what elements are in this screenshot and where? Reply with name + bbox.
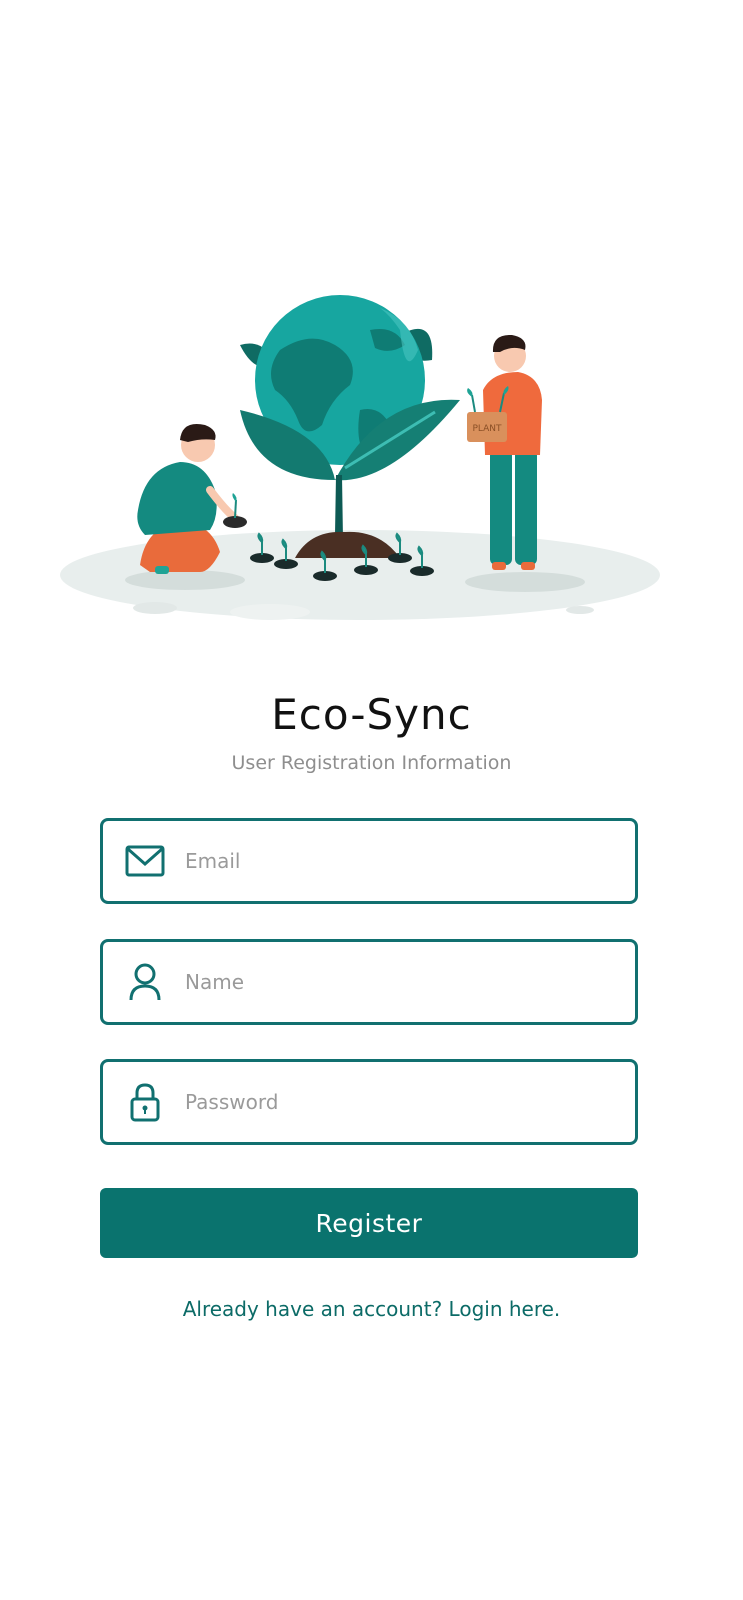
register-button[interactable]: Register	[100, 1188, 638, 1258]
app-title: Eco-Sync	[271, 690, 472, 739]
lock-icon	[123, 1080, 167, 1124]
person-icon	[123, 960, 167, 1004]
password-input[interactable]	[185, 1072, 635, 1132]
password-field[interactable]	[100, 1059, 638, 1145]
email-input[interactable]	[185, 831, 635, 891]
page-subtitle: User Registration Information	[231, 752, 512, 774]
login-link[interactable]: Already have an account? Login here.	[0, 1297, 743, 1321]
envelope-icon	[123, 839, 167, 883]
hero-illustration: PLANT	[60, 295, 660, 620]
plant-box-label: PLANT	[472, 424, 502, 434]
name-field[interactable]	[100, 939, 638, 1025]
name-input[interactable]	[185, 952, 635, 1012]
email-field[interactable]	[100, 818, 638, 904]
